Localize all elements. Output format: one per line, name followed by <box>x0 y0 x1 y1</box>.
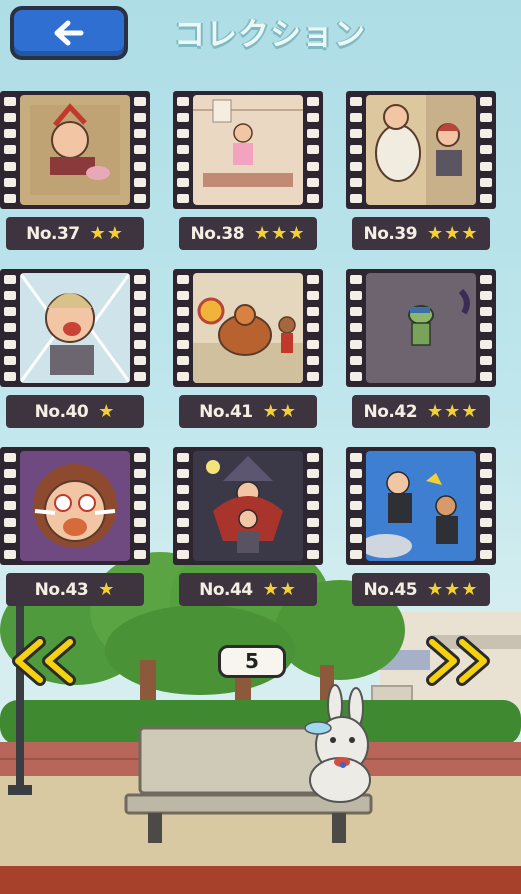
scene-thumbnail <box>20 451 130 561</box>
scene-thumbnail <box>20 95 130 205</box>
game-scene: コレクション No.37 ★★ No.38 ★★★ No.39 ★★★ No.4… <box>0 0 521 894</box>
star-rating: ★★ <box>89 223 124 244</box>
item-number: No.45 <box>363 579 418 600</box>
collection-item-45[interactable]: No.45 ★★★ <box>346 447 496 615</box>
film-frame[interactable] <box>346 269 496 387</box>
item-label: No.39 ★★★ <box>352 217 490 250</box>
scene-thumbnail <box>366 95 476 205</box>
collection-item-41[interactable]: No.41 ★★ <box>173 269 323 437</box>
item-number: No.41 <box>199 401 253 422</box>
film-frame[interactable] <box>0 269 150 387</box>
collection-item-38[interactable]: No.38 ★★★ <box>173 91 323 259</box>
item-label: No.43 ★ <box>6 573 144 606</box>
collection-item-43[interactable]: No.43 ★ <box>0 447 150 615</box>
film-frame[interactable] <box>346 447 496 565</box>
next-page-button[interactable] <box>422 636 494 686</box>
star-rating: ★★ <box>262 401 297 422</box>
scene-thumbnail <box>366 273 476 383</box>
item-number: No.39 <box>363 223 418 244</box>
item-number: No.42 <box>363 401 418 422</box>
page-number-badge: 5 <box>218 645 286 678</box>
collection-item-37[interactable]: No.37 ★★ <box>0 91 150 259</box>
item-label: No.37 ★★ <box>6 217 144 250</box>
back-button[interactable] <box>10 6 128 60</box>
star-rating: ★★★ <box>254 223 306 244</box>
item-number: No.38 <box>190 223 245 244</box>
scene-thumbnail <box>193 451 303 561</box>
item-label: No.38 ★★★ <box>179 217 317 250</box>
star-rating: ★★★ <box>427 579 479 600</box>
double-chevron-left-icon <box>12 636 76 686</box>
film-frame[interactable] <box>173 269 323 387</box>
item-label: No.45 ★★★ <box>352 573 490 606</box>
film-frame[interactable] <box>173 91 323 209</box>
film-frame[interactable] <box>0 447 150 565</box>
item-number: No.44 <box>199 579 253 600</box>
page-title: コレクション <box>174 17 366 53</box>
star-rating: ★★★ <box>427 401 479 422</box>
item-label: No.44 ★★ <box>179 573 317 606</box>
star-rating: ★ <box>98 579 116 600</box>
film-frame[interactable] <box>0 91 150 209</box>
collection-item-42[interactable]: No.42 ★★★ <box>346 269 496 437</box>
star-rating: ★★ <box>262 579 297 600</box>
star-rating: ★★★ <box>427 223 479 244</box>
item-label: No.41 ★★ <box>179 395 317 428</box>
prev-page-button[interactable] <box>8 636 80 686</box>
scene-thumbnail <box>193 95 303 205</box>
scene-thumbnail <box>366 451 476 561</box>
item-label: No.42 ★★★ <box>352 395 490 428</box>
film-frame[interactable] <box>173 447 323 565</box>
item-number: No.37 <box>26 223 80 244</box>
item-number: No.43 <box>34 579 89 600</box>
star-rating: ★ <box>98 401 116 422</box>
collection-item-39[interactable]: No.39 ★★★ <box>346 91 496 259</box>
item-label: No.40 ★ <box>6 395 144 428</box>
double-chevron-right-icon <box>426 636 490 686</box>
item-number: No.40 <box>34 401 89 422</box>
film-frame[interactable] <box>346 91 496 209</box>
collection-item-40[interactable]: No.40 ★ <box>0 269 150 437</box>
collection-item-44[interactable]: No.44 ★★ <box>173 447 323 615</box>
scene-thumbnail <box>20 273 130 383</box>
scene-thumbnail <box>193 273 303 383</box>
arrow-left-icon <box>54 20 84 46</box>
